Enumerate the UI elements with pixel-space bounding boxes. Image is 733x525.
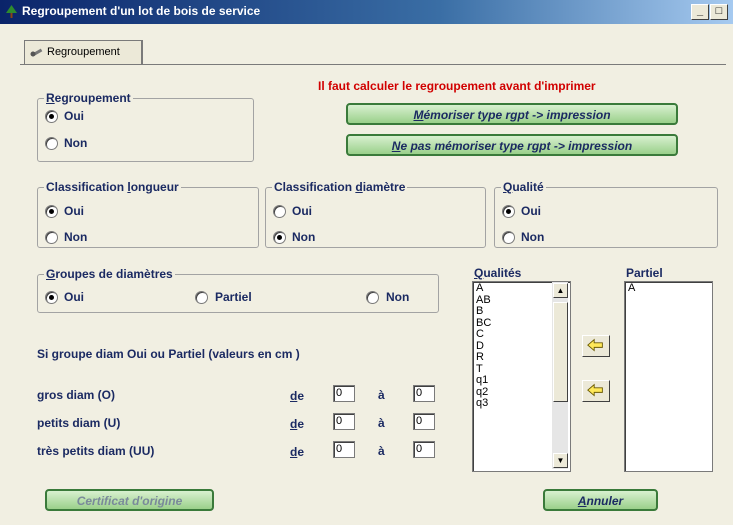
- groupes-non-radio[interactable]: [366, 291, 379, 304]
- longueur-oui-label[interactable]: Oui: [64, 204, 84, 218]
- groupes-non-label[interactable]: Non: [386, 290, 409, 304]
- certificat-origine-button[interactable]: Certificat d'origine: [45, 489, 214, 511]
- classification-longueur-legend: Classification longueur: [44, 180, 181, 194]
- list-item[interactable]: B: [474, 305, 552, 318]
- tab-regroupement[interactable]: Regroupement: [24, 40, 143, 65]
- groupes-partiel-radio[interactable]: [195, 291, 208, 304]
- petits-diam-to-input[interactable]: 0: [413, 413, 435, 430]
- qualites-label: Qualités: [474, 266, 522, 280]
- list-item[interactable]: q1: [474, 374, 552, 387]
- scroll-thumb[interactable]: [553, 302, 568, 402]
- qualite-oui-radio[interactable]: [502, 205, 515, 218]
- regroupement-non-label[interactable]: Non: [64, 136, 87, 150]
- tres-petits-diam-a-label: à: [378, 444, 385, 458]
- tab-label: Regroupement: [47, 46, 120, 58]
- groupes-diametres-legend: Groupes de diamètres: [44, 267, 175, 281]
- diametre-oui-radio[interactable]: [273, 205, 286, 218]
- tres-petits-diam-to-input[interactable]: 0: [413, 441, 435, 458]
- petits-diam-label: petits diam (U): [37, 416, 121, 430]
- ne-pas-memoriser-button[interactable]: Ne pas mémoriser type rgpt -> impression: [346, 134, 678, 156]
- diametre-non-label[interactable]: Non: [292, 230, 315, 244]
- qualite-oui-label[interactable]: Oui: [521, 204, 541, 218]
- qualite-non-radio[interactable]: [502, 231, 515, 244]
- list-item[interactable]: BC: [474, 317, 552, 330]
- partiel-label: Partiel: [626, 266, 663, 280]
- groupes-oui-radio[interactable]: [45, 291, 58, 304]
- move-left-button[interactable]: [582, 335, 610, 357]
- arrow-left-icon: [587, 383, 603, 397]
- groupes-oui-label[interactable]: Oui: [64, 290, 84, 304]
- minimize-button[interactable]: _: [691, 4, 709, 20]
- tres-petits-diam-de-label: de: [290, 445, 305, 459]
- tres-petits-diam-from-input[interactable]: 0: [333, 441, 355, 458]
- classification-diametre-legend: Classification diamètre: [272, 180, 408, 194]
- partiel-listbox[interactable]: A: [624, 281, 713, 472]
- maximize-button[interactable]: □: [710, 4, 728, 20]
- qualite-legend: Qualité: [501, 180, 546, 194]
- title-bar: Regroupement d'un lot de bois de service…: [0, 0, 733, 24]
- list-item[interactable]: AB: [474, 294, 552, 307]
- qualite-non-label[interactable]: Non: [521, 230, 544, 244]
- regroupement-group: Regroupement: [37, 91, 254, 162]
- list-item[interactable]: A: [474, 282, 552, 295]
- longueur-oui-radio[interactable]: [45, 205, 58, 218]
- regroupement-legend: Regroupement: [44, 91, 133, 105]
- gros-diam-de-label: de: [290, 389, 305, 403]
- window-title: Regroupement d'un lot de bois de service: [22, 4, 261, 18]
- tres-petits-diam-label: très petits diam (UU): [37, 444, 155, 458]
- scroll-up-button[interactable]: ▲: [553, 283, 568, 298]
- groupes-partiel-label[interactable]: Partiel: [215, 290, 252, 304]
- info-text: Si groupe diam Oui ou Partiel (valeurs e…: [37, 347, 300, 361]
- list-item[interactable]: R: [474, 351, 552, 364]
- arrow-left-icon: [587, 338, 603, 352]
- petits-diam-de-label: de: [290, 417, 305, 431]
- scroll-down-button[interactable]: ▼: [553, 453, 568, 468]
- diametre-oui-label[interactable]: Oui: [292, 204, 312, 218]
- list-item[interactable]: q3: [474, 397, 552, 410]
- move-left-all-button[interactable]: [582, 380, 610, 402]
- longueur-non-radio[interactable]: [45, 231, 58, 244]
- gros-diam-a-label: à: [378, 388, 385, 402]
- gros-diam-from-input[interactable]: 0: [333, 385, 355, 402]
- longueur-non-label[interactable]: Non: [64, 230, 87, 244]
- memoriser-button[interactable]: Mémoriser type rgpt -> impression: [346, 103, 678, 125]
- tools-icon: [30, 48, 43, 57]
- regroupement-oui-radio[interactable]: [45, 110, 58, 123]
- list-item[interactable]: C: [474, 328, 552, 341]
- qualites-listbox[interactable]: A AB B BC C D R Tq1 q2 q3 ▲ ▼: [472, 281, 571, 472]
- annuler-button[interactable]: Annuler: [543, 489, 658, 511]
- gros-diam-label: gros diam (O): [37, 388, 116, 402]
- regroupement-oui-label[interactable]: Oui: [64, 109, 84, 123]
- petits-diam-a-label: à: [378, 416, 385, 430]
- list-item[interactable]: D: [474, 340, 552, 353]
- warning-message: Il faut calculer le regroupement avant d…: [318, 79, 596, 93]
- tree-icon: [6, 5, 17, 18]
- gros-diam-to-input[interactable]: 0: [413, 385, 435, 402]
- petits-diam-from-input[interactable]: 0: [333, 413, 355, 430]
- list-item[interactable]: A: [626, 282, 706, 295]
- regroupement-non-radio[interactable]: [45, 137, 58, 150]
- diametre-non-radio[interactable]: [273, 231, 286, 244]
